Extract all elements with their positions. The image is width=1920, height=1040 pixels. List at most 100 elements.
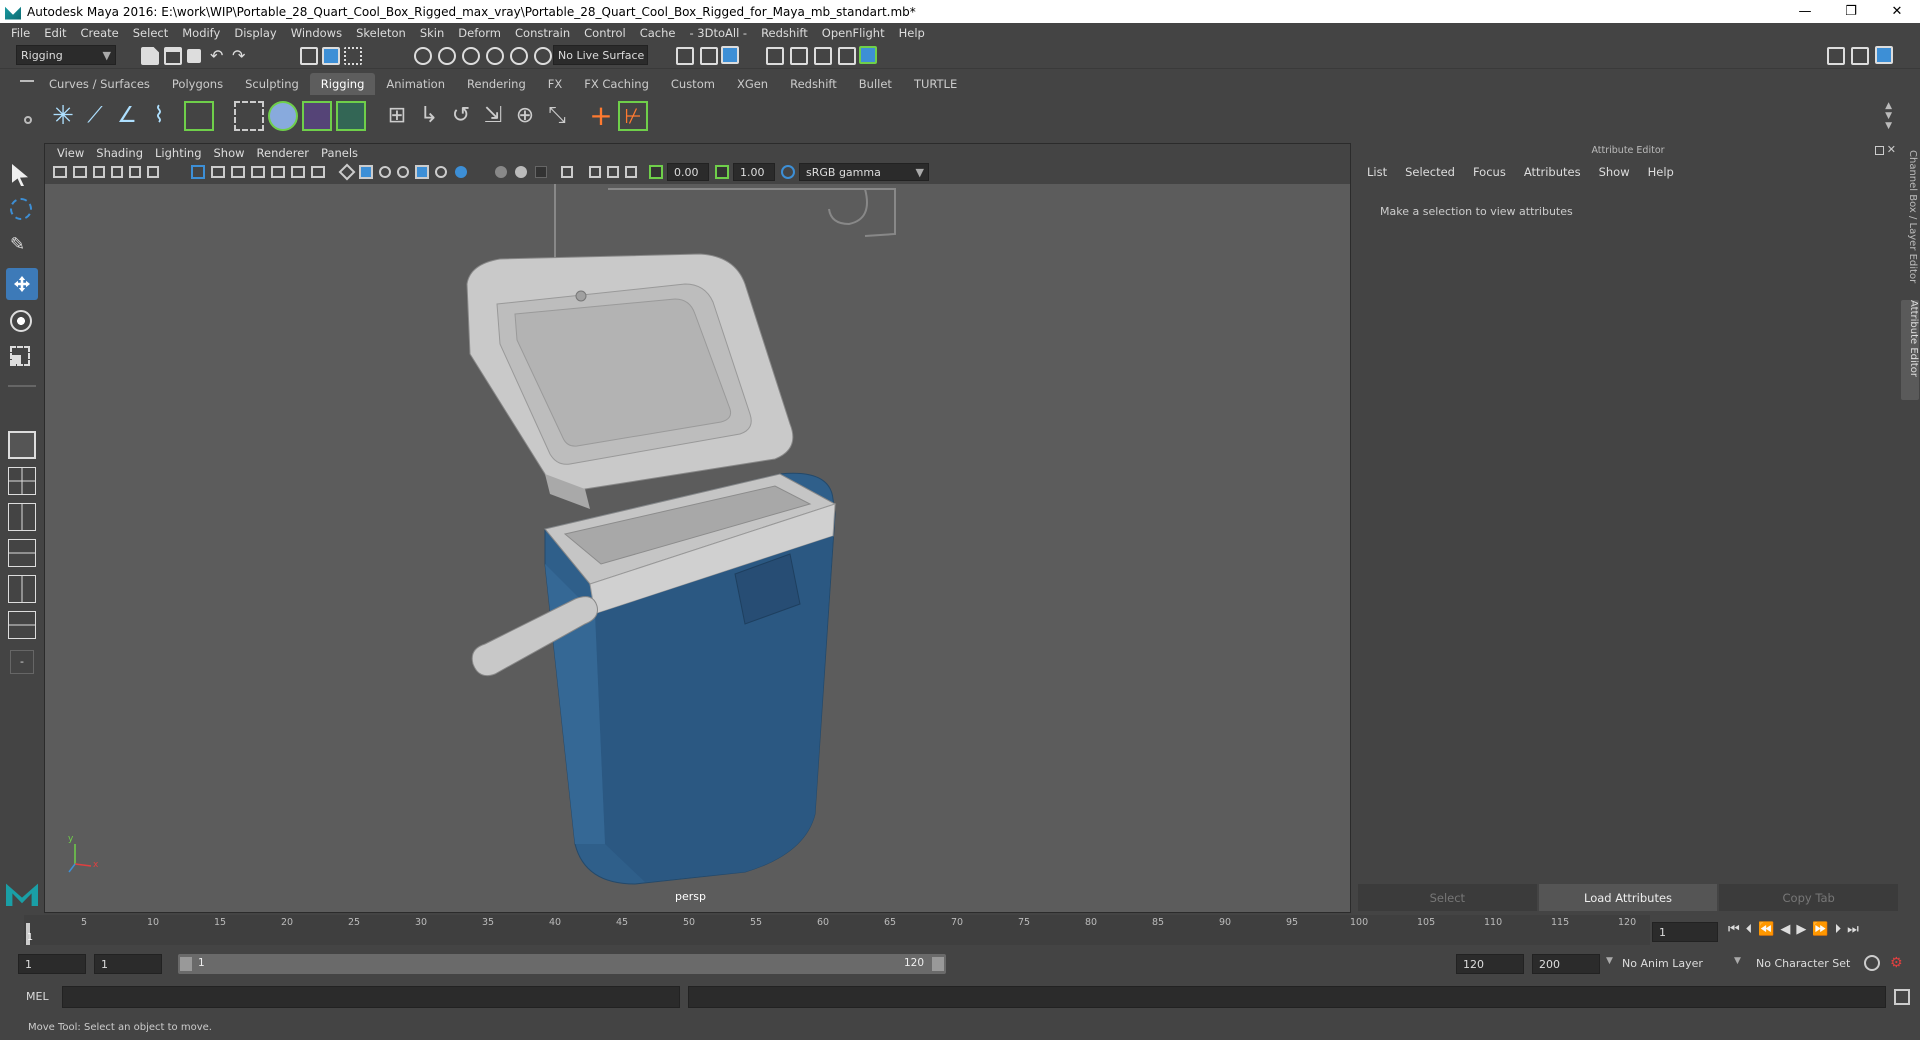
channel-box-tab[interactable]: Channel Box / Layer Editor xyxy=(1902,150,1918,300)
four-view-layout-icon[interactable] xyxy=(8,467,36,495)
hypershade-layout-icon[interactable] xyxy=(8,611,36,639)
ae-menu-focus[interactable]: Focus xyxy=(1464,165,1515,179)
playback-end-field[interactable]: 120 xyxy=(1456,954,1524,974)
viewport-panel[interactable]: View Shading Lighting Show Renderer Pane… xyxy=(44,143,1351,913)
toggle-attribute-editor-icon[interactable] xyxy=(1851,47,1869,65)
chevron-down-icon[interactable]: ▼ xyxy=(1734,956,1741,966)
tab-rendering[interactable]: Rendering xyxy=(456,73,537,95)
current-frame-field[interactable]: 1 xyxy=(1652,922,1718,942)
menu-openflight[interactable]: OpenFlight xyxy=(815,26,892,40)
select-component-icon[interactable] xyxy=(344,47,362,65)
select-hierarchy-icon[interactable] xyxy=(300,47,318,65)
tab-xgen[interactable]: XGen xyxy=(726,73,779,95)
lasso-tool-icon[interactable] xyxy=(10,198,32,220)
ik-handle-icon[interactable]: ∠ xyxy=(112,101,142,131)
scene-render[interactable] xyxy=(45,144,1350,912)
snap-view-plane-icon[interactable] xyxy=(486,47,504,65)
redo-icon[interactable]: ↷ xyxy=(232,46,250,65)
smooth-bind-icon[interactable] xyxy=(268,101,298,131)
add-influence-icon[interactable]: + xyxy=(586,101,616,131)
paint-select-icon[interactable]: ✎ xyxy=(10,234,32,256)
layout-toggle-icon[interactable]: - xyxy=(10,650,34,674)
shelf-scroll-icon[interactable]: ▲ ▼ ▼ xyxy=(1885,101,1892,131)
save-scene-icon[interactable] xyxy=(187,49,201,63)
pole-vector-icon[interactable]: ⤡ xyxy=(542,101,572,131)
menu-3dtoall[interactable]: - 3DtoAll - xyxy=(682,26,754,40)
new-scene-icon[interactable] xyxy=(141,47,159,65)
select-button[interactable]: Select xyxy=(1358,884,1537,911)
tab-animation[interactable]: Animation xyxy=(375,73,456,95)
snap-magnet-icon[interactable] xyxy=(534,47,552,65)
copy-tab-button[interactable]: Copy Tab xyxy=(1719,884,1899,911)
minimize-button[interactable]: — xyxy=(1782,0,1828,23)
script-editor-icon[interactable] xyxy=(1894,989,1910,1005)
menu-deform[interactable]: Deform xyxy=(451,26,508,40)
character-set-selector[interactable]: No Character Set xyxy=(1756,957,1850,970)
undo-icon[interactable]: ↶ xyxy=(210,46,228,65)
tab-custom[interactable]: Custom xyxy=(660,73,726,95)
input-ops-icon[interactable] xyxy=(676,47,694,65)
select-tool-icon[interactable] xyxy=(12,164,28,186)
menu-control[interactable]: Control xyxy=(577,26,633,40)
scale-constraint-icon[interactable]: ⇲ xyxy=(478,101,508,131)
tab-rigging[interactable]: Rigging xyxy=(309,73,376,95)
insert-joint-icon[interactable]: ⟋ xyxy=(80,101,110,131)
attribute-editor-tab[interactable]: Attribute Editor xyxy=(1901,300,1919,400)
menu-display[interactable]: Display xyxy=(227,26,283,40)
menu-select[interactable]: Select xyxy=(126,26,175,40)
start-time-field[interactable]: 1 xyxy=(18,954,86,974)
parent-constraint-icon[interactable]: ⊕ xyxy=(510,101,540,131)
menu-skeleton[interactable]: Skeleton xyxy=(349,26,413,40)
tab-bullet[interactable]: Bullet xyxy=(848,73,903,95)
ik-spline-icon[interactable]: ⌇ xyxy=(144,101,174,131)
humanik-icon[interactable] xyxy=(184,101,214,131)
animation-preferences-icon[interactable]: ⚙ xyxy=(1890,955,1906,971)
tab-sculpting[interactable]: Sculpting xyxy=(234,73,310,95)
menu-create[interactable]: Create xyxy=(74,26,126,40)
load-attributes-button[interactable]: Load Attributes xyxy=(1538,884,1718,911)
menu-edit[interactable]: Edit xyxy=(37,26,73,40)
command-input[interactable] xyxy=(62,986,680,1008)
anim-layer-selector[interactable]: No Anim Layer xyxy=(1622,957,1703,970)
ae-menu-help[interactable]: Help xyxy=(1639,165,1683,179)
play-forward-icon[interactable]: ▶ xyxy=(1796,922,1806,937)
range-end-handle[interactable] xyxy=(932,957,944,971)
orient-constraint-icon[interactable]: ↺ xyxy=(446,101,476,131)
mel-label[interactable]: MEL xyxy=(26,990,49,1003)
cluster-icon[interactable] xyxy=(336,101,366,131)
scale-tool-icon[interactable] xyxy=(10,346,30,366)
shelf-settings-icon[interactable] xyxy=(24,116,32,124)
ae-menu-selected[interactable]: Selected xyxy=(1396,165,1464,179)
step-forward-icon[interactable]: ⏵ xyxy=(1835,922,1842,937)
menu-file[interactable]: File xyxy=(4,26,37,40)
open-scene-icon[interactable] xyxy=(164,47,182,65)
menu-skin[interactable]: Skin xyxy=(413,26,451,40)
step-back-key-icon[interactable]: ⏪ xyxy=(1758,922,1774,937)
close-panel-icon[interactable]: ✕ xyxy=(1887,143,1896,156)
tab-curves-surfaces[interactable]: Curves / Surfaces xyxy=(38,73,161,95)
menu-help[interactable]: Help xyxy=(892,26,932,40)
render-current-icon[interactable] xyxy=(790,47,808,65)
go-to-end-icon[interactable]: ⏭ xyxy=(1847,922,1859,937)
move-tool-button[interactable] xyxy=(6,268,38,300)
rotate-tool-icon[interactable] xyxy=(10,310,32,332)
snap-live-icon[interactable] xyxy=(510,47,528,65)
output-ops-icon[interactable] xyxy=(700,47,718,65)
hypershade-icon[interactable] xyxy=(859,46,877,64)
tab-fx[interactable]: FX xyxy=(537,73,574,95)
menu-cache[interactable]: Cache xyxy=(633,26,683,40)
playback-start-field[interactable]: 1 xyxy=(94,954,162,974)
time-slider[interactable]: 1 5 10 15 20 25 30 35 40 45 50 55 60 65 … xyxy=(24,915,1650,945)
menu-redshift[interactable]: Redshift xyxy=(754,26,815,40)
step-forward-key-icon[interactable]: ⏩ xyxy=(1812,922,1828,937)
ae-menu-list[interactable]: List xyxy=(1358,165,1396,179)
snap-point-icon[interactable] xyxy=(462,47,480,65)
lattice-icon[interactable] xyxy=(302,101,332,131)
point-constraint-icon[interactable]: ⊞ xyxy=(382,101,412,131)
ae-menu-show[interactable]: Show xyxy=(1590,165,1639,179)
menu-windows[interactable]: Windows xyxy=(284,26,349,40)
single-perspective-layout-icon[interactable] xyxy=(8,431,36,459)
live-surface-field[interactable]: No Live Surface xyxy=(553,45,648,65)
tab-polygons[interactable]: Polygons xyxy=(161,73,234,95)
toggle-channel-box-icon[interactable] xyxy=(1875,46,1893,64)
